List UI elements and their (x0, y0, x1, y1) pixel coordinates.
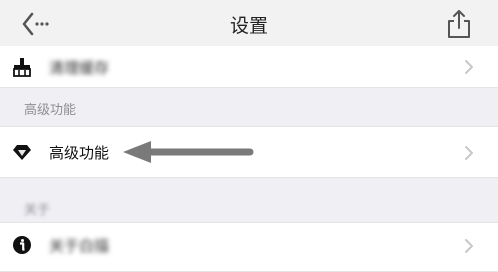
chevron-right-icon (465, 146, 473, 160)
settings-row-clear-cache[interactable]: 清理缓存 (0, 46, 498, 88)
share-icon[interactable] (446, 9, 472, 39)
section-header-advanced: 高级功能 (24, 103, 77, 118)
chevron-right-icon (465, 239, 473, 253)
clear-cache-label: 清理缓存 (49, 59, 110, 77)
navigation-bar: 设置 (0, 0, 498, 46)
advanced-label: 高级功能 (49, 144, 110, 162)
about-label: 关于白描 (49, 237, 110, 255)
page-title: 设置 (229, 15, 268, 37)
chevron-right-icon (465, 60, 473, 74)
section-header-about: 关于 (24, 203, 51, 218)
info-icon (13, 236, 31, 254)
annotation-arrow-icon (123, 141, 254, 163)
settings-row-about[interactable]: 关于白描 (0, 222, 498, 272)
broom-icon (13, 58, 31, 77)
diamond-icon (13, 145, 31, 160)
